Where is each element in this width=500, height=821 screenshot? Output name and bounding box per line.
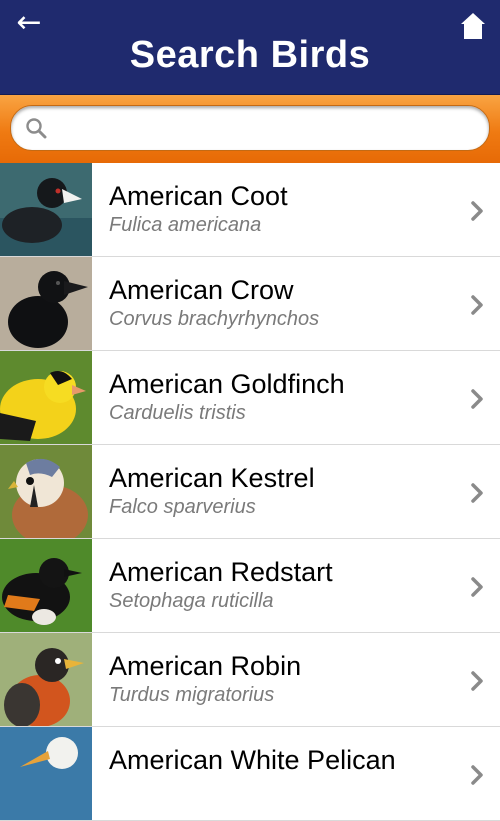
bird-scientific-name: Corvus brachyrhynchos [109,308,320,330]
bird-thumbnail-goldfinch [0,351,92,444]
bird-name: American Redstart [109,557,333,587]
bird-name: American Robin [109,651,302,681]
list-item[interactable]: American Goldfinch Carduelis tristis [0,351,500,445]
list-item[interactable]: American Redstart Setophaga ruticilla [0,539,500,633]
search-input[interactable] [57,106,473,152]
search-field[interactable] [10,105,490,152]
bird-thumbnail-redstart [0,539,92,632]
bird-thumbnail-kestrel [0,445,92,538]
bird-name: American Goldfinch [109,369,345,399]
bird-name: American Crow [109,275,294,305]
chevron-right-icon [471,765,483,785]
chevron-right-icon [471,295,483,315]
chevron-right-icon [471,483,483,503]
bird-thumbnail-robin [0,633,92,726]
list-item[interactable]: American Kestrel Falco sparverius [0,445,500,539]
page-title: Search Birds [129,34,371,76]
bird-thumbnail-pelican [0,727,92,820]
bird-scientific-name: Setophaga ruticilla [109,590,274,612]
list-item[interactable]: American White Pelican [0,727,500,821]
bird-thumbnail-crow [0,257,92,350]
bird-scientific-name: Carduelis tristis [109,402,246,424]
back-button[interactable]: ← [12,8,46,38]
bird-scientific-name: Turdus migratorius [109,684,275,706]
navigation-bar: ← Search Birds [0,0,500,95]
search-bar [0,95,500,163]
home-button[interactable] [460,12,486,40]
search-icon [26,118,47,139]
chevron-right-icon [471,389,483,409]
home-icon [461,13,485,39]
bird-thumbnail-coot [0,163,92,256]
bird-list: American Coot Fulica americana American … [0,163,500,821]
chevron-right-icon [471,577,483,597]
list-item[interactable]: American Coot Fulica americana [0,163,500,257]
chevron-right-icon [471,671,483,691]
bird-name: American Coot [109,181,288,211]
list-item[interactable]: American Crow Corvus brachyrhynchos [0,257,500,351]
list-item[interactable]: American Robin Turdus migratorius [0,633,500,727]
bird-name: American Kestrel [109,463,315,493]
chevron-right-icon [471,201,483,221]
bird-scientific-name: Falco sparverius [109,496,256,518]
bird-scientific-name: Fulica americana [109,214,262,236]
